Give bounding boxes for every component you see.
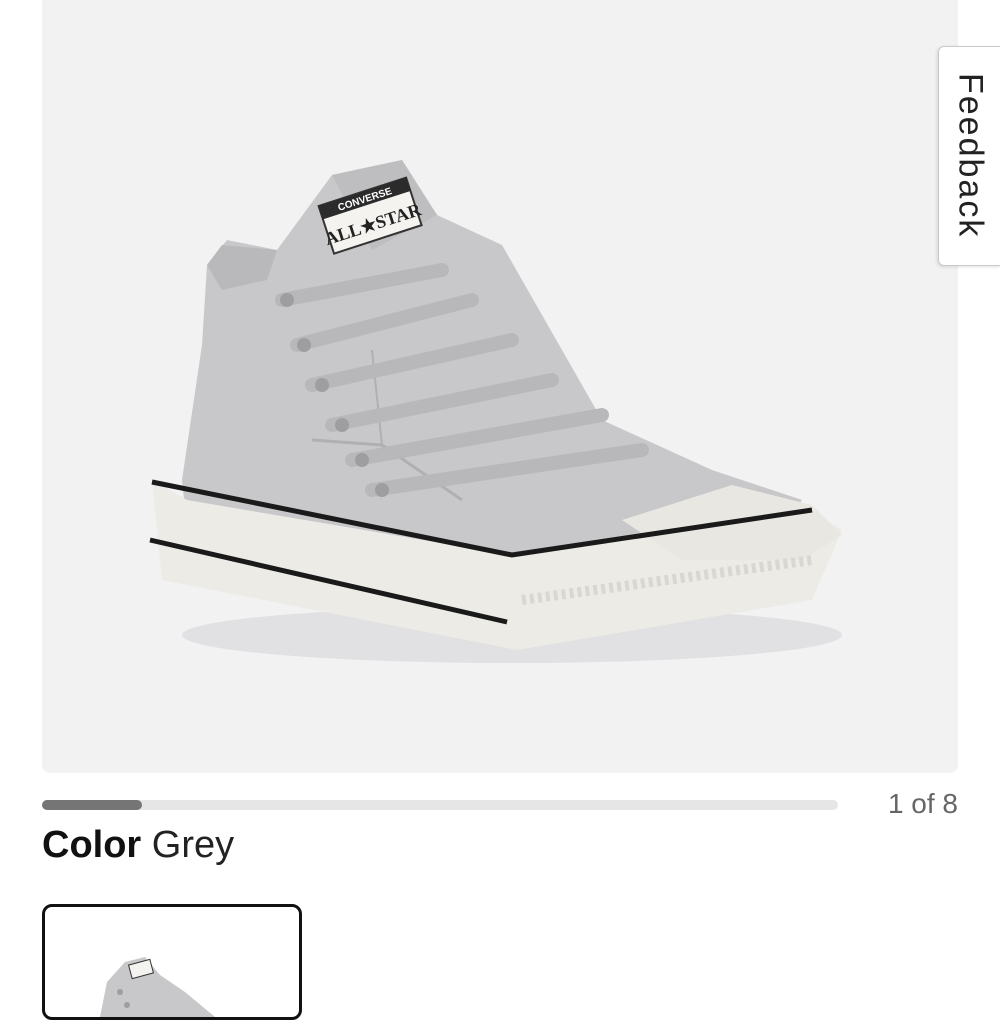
color-swatch-grey[interactable] — [42, 904, 302, 1020]
feedback-tab[interactable]: Feedback — [938, 46, 1000, 266]
image-counter: 1 of 8 — [887, 788, 958, 819]
product-image[interactable]: CONVERSE ALL★STAR — [42, 0, 958, 773]
gallery-progress-track — [42, 800, 838, 810]
color-selection: Color Grey — [42, 824, 234, 867]
feedback-label: Feedback — [951, 73, 990, 239]
color-label: Color — [42, 824, 142, 866]
color-value: Grey — [151, 824, 235, 866]
sneaker-image: CONVERSE ALL★STAR — [149, 160, 842, 663]
gallery-progress-fill — [42, 800, 142, 810]
sneaker-thumbnail-icon — [100, 957, 215, 1017]
